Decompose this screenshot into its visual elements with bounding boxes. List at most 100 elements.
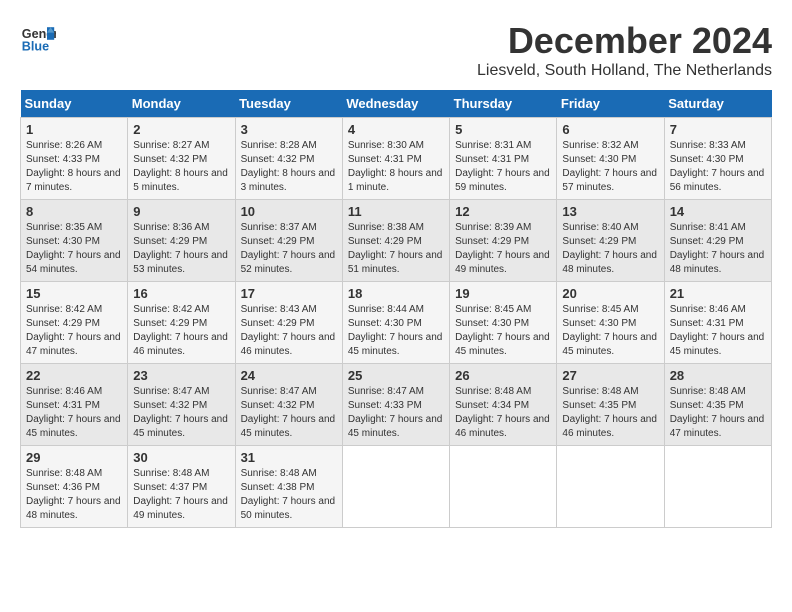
day-info: Sunrise: 8:26 AMSunset: 4:33 PMDaylight:… <box>26 139 122 195</box>
day-number: 1 <box>26 122 122 137</box>
logo-icon: General Blue <box>20 20 56 56</box>
day-number: 18 <box>348 286 444 301</box>
day-info: Sunrise: 8:35 AMSunset: 4:30 PMDaylight:… <box>26 221 122 277</box>
day-number: 12 <box>455 204 551 219</box>
calendar-cell: 29 Sunrise: 8:48 AMSunset: 4:36 PMDaylig… <box>21 446 128 528</box>
day-info: Sunrise: 8:47 AMSunset: 4:32 PMDaylight:… <box>241 385 337 441</box>
day-info: Sunrise: 8:38 AMSunset: 4:29 PMDaylight:… <box>348 221 444 277</box>
calendar-header-row: SundayMondayTuesdayWednesdayThursdayFrid… <box>21 90 772 118</box>
day-number: 16 <box>133 286 229 301</box>
calendar-cell: 19 Sunrise: 8:45 AMSunset: 4:30 PMDaylig… <box>450 282 557 364</box>
calendar-cell: 31 Sunrise: 8:48 AMSunset: 4:38 PMDaylig… <box>235 446 342 528</box>
day-number: 15 <box>26 286 122 301</box>
day-number: 24 <box>241 368 337 383</box>
day-info: Sunrise: 8:43 AMSunset: 4:29 PMDaylight:… <box>241 303 337 359</box>
calendar-cell <box>664 446 771 528</box>
calendar-cell: 13 Sunrise: 8:40 AMSunset: 4:29 PMDaylig… <box>557 200 664 282</box>
day-info: Sunrise: 8:48 AMSunset: 4:35 PMDaylight:… <box>670 385 766 441</box>
day-number: 3 <box>241 122 337 137</box>
calendar-week-3: 15 Sunrise: 8:42 AMSunset: 4:29 PMDaylig… <box>21 282 772 364</box>
page-header: General Blue December 2024 Liesveld, Sou… <box>20 20 772 80</box>
calendar-cell: 18 Sunrise: 8:44 AMSunset: 4:30 PMDaylig… <box>342 282 449 364</box>
day-number: 23 <box>133 368 229 383</box>
calendar-cell: 28 Sunrise: 8:48 AMSunset: 4:35 PMDaylig… <box>664 364 771 446</box>
header-thursday: Thursday <box>450 90 557 118</box>
day-info: Sunrise: 8:27 AMSunset: 4:32 PMDaylight:… <box>133 139 229 195</box>
day-info: Sunrise: 8:42 AMSunset: 4:29 PMDaylight:… <box>26 303 122 359</box>
calendar-week-2: 8 Sunrise: 8:35 AMSunset: 4:30 PMDayligh… <box>21 200 772 282</box>
day-number: 27 <box>562 368 658 383</box>
calendar-cell: 10 Sunrise: 8:37 AMSunset: 4:29 PMDaylig… <box>235 200 342 282</box>
day-number: 26 <box>455 368 551 383</box>
header-tuesday: Tuesday <box>235 90 342 118</box>
day-number: 5 <box>455 122 551 137</box>
day-number: 11 <box>348 204 444 219</box>
calendar-table: SundayMondayTuesdayWednesdayThursdayFrid… <box>20 90 772 528</box>
day-info: Sunrise: 8:41 AMSunset: 4:29 PMDaylight:… <box>670 221 766 277</box>
calendar-cell: 24 Sunrise: 8:47 AMSunset: 4:32 PMDaylig… <box>235 364 342 446</box>
logo: General Blue <box>20 20 56 56</box>
calendar-cell: 5 Sunrise: 8:31 AMSunset: 4:31 PMDayligh… <box>450 118 557 200</box>
title-section: December 2024 Liesveld, South Holland, T… <box>477 20 772 80</box>
day-info: Sunrise: 8:42 AMSunset: 4:29 PMDaylight:… <box>133 303 229 359</box>
calendar-week-5: 29 Sunrise: 8:48 AMSunset: 4:36 PMDaylig… <box>21 446 772 528</box>
calendar-cell: 27 Sunrise: 8:48 AMSunset: 4:35 PMDaylig… <box>557 364 664 446</box>
day-info: Sunrise: 8:36 AMSunset: 4:29 PMDaylight:… <box>133 221 229 277</box>
day-info: Sunrise: 8:37 AMSunset: 4:29 PMDaylight:… <box>241 221 337 277</box>
day-number: 4 <box>348 122 444 137</box>
day-info: Sunrise: 8:48 AMSunset: 4:36 PMDaylight:… <box>26 467 122 523</box>
calendar-cell: 3 Sunrise: 8:28 AMSunset: 4:32 PMDayligh… <box>235 118 342 200</box>
calendar-cell: 16 Sunrise: 8:42 AMSunset: 4:29 PMDaylig… <box>128 282 235 364</box>
day-info: Sunrise: 8:48 AMSunset: 4:34 PMDaylight:… <box>455 385 551 441</box>
day-info: Sunrise: 8:48 AMSunset: 4:35 PMDaylight:… <box>562 385 658 441</box>
day-number: 22 <box>26 368 122 383</box>
day-info: Sunrise: 8:48 AMSunset: 4:38 PMDaylight:… <box>241 467 337 523</box>
calendar-cell: 20 Sunrise: 8:45 AMSunset: 4:30 PMDaylig… <box>557 282 664 364</box>
day-number: 19 <box>455 286 551 301</box>
header-sunday: Sunday <box>21 90 128 118</box>
day-number: 14 <box>670 204 766 219</box>
day-info: Sunrise: 8:47 AMSunset: 4:33 PMDaylight:… <box>348 385 444 441</box>
day-number: 25 <box>348 368 444 383</box>
calendar-cell: 21 Sunrise: 8:46 AMSunset: 4:31 PMDaylig… <box>664 282 771 364</box>
calendar-cell: 6 Sunrise: 8:32 AMSunset: 4:30 PMDayligh… <box>557 118 664 200</box>
calendar-cell: 4 Sunrise: 8:30 AMSunset: 4:31 PMDayligh… <box>342 118 449 200</box>
calendar-week-4: 22 Sunrise: 8:46 AMSunset: 4:31 PMDaylig… <box>21 364 772 446</box>
day-number: 9 <box>133 204 229 219</box>
day-number: 2 <box>133 122 229 137</box>
day-number: 7 <box>670 122 766 137</box>
day-info: Sunrise: 8:45 AMSunset: 4:30 PMDaylight:… <box>455 303 551 359</box>
day-info: Sunrise: 8:48 AMSunset: 4:37 PMDaylight:… <box>133 467 229 523</box>
calendar-cell: 30 Sunrise: 8:48 AMSunset: 4:37 PMDaylig… <box>128 446 235 528</box>
day-info: Sunrise: 8:28 AMSunset: 4:32 PMDaylight:… <box>241 139 337 195</box>
day-number: 17 <box>241 286 337 301</box>
calendar-cell: 26 Sunrise: 8:48 AMSunset: 4:34 PMDaylig… <box>450 364 557 446</box>
calendar-cell: 12 Sunrise: 8:39 AMSunset: 4:29 PMDaylig… <box>450 200 557 282</box>
day-number: 21 <box>670 286 766 301</box>
day-number: 10 <box>241 204 337 219</box>
calendar-cell: 7 Sunrise: 8:33 AMSunset: 4:30 PMDayligh… <box>664 118 771 200</box>
calendar-cell: 17 Sunrise: 8:43 AMSunset: 4:29 PMDaylig… <box>235 282 342 364</box>
calendar-cell: 22 Sunrise: 8:46 AMSunset: 4:31 PMDaylig… <box>21 364 128 446</box>
day-info: Sunrise: 8:30 AMSunset: 4:31 PMDaylight:… <box>348 139 444 195</box>
calendar-cell: 23 Sunrise: 8:47 AMSunset: 4:32 PMDaylig… <box>128 364 235 446</box>
page-title: December 2024 <box>477 20 772 62</box>
header-wednesday: Wednesday <box>342 90 449 118</box>
day-info: Sunrise: 8:40 AMSunset: 4:29 PMDaylight:… <box>562 221 658 277</box>
day-number: 20 <box>562 286 658 301</box>
day-info: Sunrise: 8:31 AMSunset: 4:31 PMDaylight:… <box>455 139 551 195</box>
calendar-cell: 8 Sunrise: 8:35 AMSunset: 4:30 PMDayligh… <box>21 200 128 282</box>
day-number: 31 <box>241 450 337 465</box>
day-number: 13 <box>562 204 658 219</box>
svg-text:Blue: Blue <box>22 40 49 54</box>
calendar-cell: 9 Sunrise: 8:36 AMSunset: 4:29 PMDayligh… <box>128 200 235 282</box>
day-number: 29 <box>26 450 122 465</box>
day-number: 8 <box>26 204 122 219</box>
header-monday: Monday <box>128 90 235 118</box>
calendar-cell: 2 Sunrise: 8:27 AMSunset: 4:32 PMDayligh… <box>128 118 235 200</box>
day-number: 30 <box>133 450 229 465</box>
day-info: Sunrise: 8:47 AMSunset: 4:32 PMDaylight:… <box>133 385 229 441</box>
calendar-cell: 11 Sunrise: 8:38 AMSunset: 4:29 PMDaylig… <box>342 200 449 282</box>
day-info: Sunrise: 8:32 AMSunset: 4:30 PMDaylight:… <box>562 139 658 195</box>
day-info: Sunrise: 8:33 AMSunset: 4:30 PMDaylight:… <box>670 139 766 195</box>
